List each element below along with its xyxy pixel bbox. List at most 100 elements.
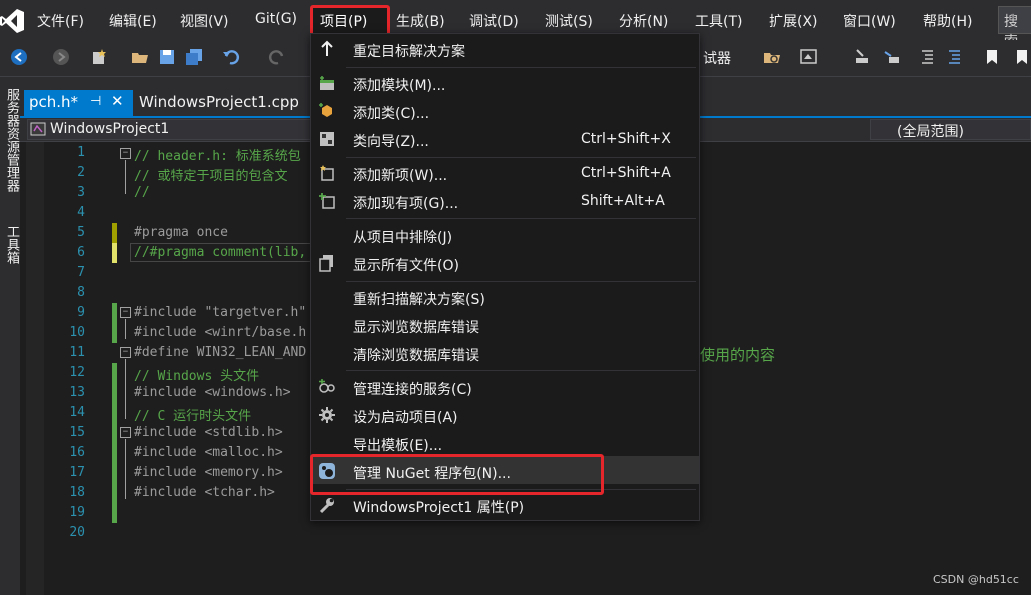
add-module-icon (320, 76, 334, 90)
menu-project[interactable]: 项目(P) (320, 11, 367, 31)
add-existing-item-icon (319, 193, 335, 209)
menu-tools[interactable]: 工具(T) (695, 11, 742, 31)
line-number: 16 (69, 445, 85, 460)
watermark: CSDN @hd51cc (933, 573, 1019, 586)
close-icon[interactable]: ✕ (111, 92, 124, 110)
menu-separator (346, 218, 696, 219)
code-line[interactable]: #include <stdlib.h> (134, 425, 283, 440)
change-marker-unsaved (112, 243, 117, 263)
bookmark-icon[interactable] (983, 48, 1001, 66)
menu-build[interactable]: 生成(B) (396, 11, 445, 31)
line-number: 14 (69, 405, 85, 420)
step-icon[interactable] (853, 48, 871, 66)
line-number: 12 (69, 365, 85, 380)
save-all-icon[interactable] (185, 48, 203, 66)
forward-icon[interactable] (52, 48, 70, 66)
server-explorer-tab[interactable]: 服务器资源管理器 (2, 88, 21, 192)
menu-item-label: 类向导(Z)... (353, 134, 429, 150)
toolbox-tab[interactable]: 工具箱 (2, 225, 21, 264)
up-arrow-icon (321, 40, 333, 56)
add-new-item-icon (320, 165, 334, 181)
menu-separator (346, 157, 696, 158)
fold-toggle[interactable]: − (120, 148, 131, 159)
code-line[interactable]: #include "targetver.h" (134, 305, 306, 320)
code-line[interactable]: #define WIN32_LEAN_AND (134, 345, 306, 360)
code-line[interactable]: #include <tchar.h> (134, 485, 275, 500)
code-line[interactable]: #pragma once (134, 225, 228, 240)
debugger-dropdown-label[interactable]: 试器 (703, 48, 731, 68)
step-over-icon[interactable] (883, 48, 901, 66)
project-dropdown-label: WindowsProject1 (50, 121, 170, 137)
line-number: 6 (77, 245, 85, 260)
change-marker-green (112, 303, 117, 343)
pin-icon[interactable]: ⊣ (90, 94, 101, 109)
menu-item-label: WindowsProject1 属性(P) (353, 500, 525, 516)
scope-dropdown-label: (全局范围) (897, 124, 964, 140)
visual-studio-logo-icon[interactable] (0, 7, 24, 35)
menu-separator (346, 281, 696, 282)
back-icon[interactable] (10, 48, 28, 66)
menu-extensions[interactable]: 扩展(X) (769, 11, 818, 31)
browser-icon[interactable] (800, 48, 818, 66)
menu-analyze[interactable]: 分析(N) (619, 11, 668, 31)
current-line-highlight (130, 243, 320, 262)
menu-git[interactable]: Git(G) (255, 11, 297, 27)
code-line[interactable]: #include <windows.h> (134, 385, 291, 400)
class-wizard-icon (320, 132, 334, 146)
menu-item-label: 重定目标解决方案 (353, 44, 465, 60)
code-line[interactable]: // 或特定于项目的包含文 (134, 165, 287, 184)
menu-item-label: 显示浏览数据库错误 (353, 320, 479, 336)
save-icon[interactable] (158, 48, 176, 66)
code-line[interactable]: // Windows 头文件 (134, 365, 259, 384)
fold-toggle[interactable]: − (120, 307, 131, 318)
uncomment-lines-icon[interactable] (946, 48, 964, 66)
menu-view[interactable]: 视图(V) (180, 11, 229, 31)
menu-test[interactable]: 测试(S) (545, 11, 593, 31)
menu-item-label: 添加类(C)... (353, 106, 430, 122)
code-line[interactable]: // (134, 185, 150, 200)
wrench-icon (319, 498, 334, 514)
new-project-icon[interactable] (90, 48, 108, 66)
code-line[interactable]: #include <memory.h> (134, 465, 283, 480)
undo-icon[interactable] (222, 48, 240, 66)
tab-pch-h-label: pch.h* (29, 93, 79, 111)
fold-guide (125, 439, 126, 499)
line-number: 1 (77, 145, 85, 160)
line-number: 2 (77, 165, 85, 180)
line-number: 9 (77, 305, 85, 320)
menu-item-label: 显示所有文件(O) (353, 258, 459, 274)
menu-help[interactable]: 帮助(H) (923, 11, 972, 31)
fold-guide (125, 359, 126, 419)
menu-edit[interactable]: 编辑(E) (109, 11, 157, 31)
code-line[interactable]: #include <malloc.h> (134, 445, 283, 460)
line-number: 4 (77, 205, 85, 220)
find-in-files-icon[interactable] (763, 48, 781, 66)
line-number: 15 (69, 425, 85, 440)
fold-toggle[interactable]: − (120, 427, 131, 438)
menu-debug[interactable]: 调试(D) (469, 11, 519, 31)
code-line[interactable]: #include <winrt/base.h (134, 325, 306, 340)
show-all-files-icon (319, 255, 333, 272)
open-folder-icon[interactable] (131, 48, 149, 66)
line-number: 17 (69, 465, 85, 480)
code-line[interactable]: // C 运行时头文件 (134, 405, 251, 424)
menu-item-label: 导出模板(E)... (353, 438, 443, 454)
menu-item-label: 从项目中排除(J) (353, 230, 453, 246)
line-number: 3 (77, 185, 85, 200)
menu-item-shortcut: Ctrl+Shift+A (581, 165, 671, 181)
menu-item-label: 添加模块(M)... (353, 78, 446, 94)
line-number: 19 (69, 505, 85, 520)
tab-windowsproject1-cpp[interactable]: WindowsProject1.cpp (139, 93, 299, 111)
menu-item-label: 设为启动项目(A) (353, 410, 458, 426)
code-line[interactable]: // header.h: 标准系统包 (134, 145, 301, 164)
bookmark-prev-icon[interactable] (1013, 48, 1031, 66)
redo-icon[interactable] (268, 48, 286, 66)
comment-lines-icon[interactable] (919, 48, 937, 66)
line-number: 18 (69, 485, 85, 500)
menu-item-label: 管理连接的服务(C) (353, 382, 472, 398)
menu-item-label: 清除浏览数据库错误 (353, 348, 479, 364)
menu-file[interactable]: 文件(F) (37, 11, 84, 31)
menu-window[interactable]: 窗口(W) (843, 11, 896, 31)
fold-toggle[interactable]: − (120, 347, 131, 358)
line-number: 20 (69, 525, 85, 540)
